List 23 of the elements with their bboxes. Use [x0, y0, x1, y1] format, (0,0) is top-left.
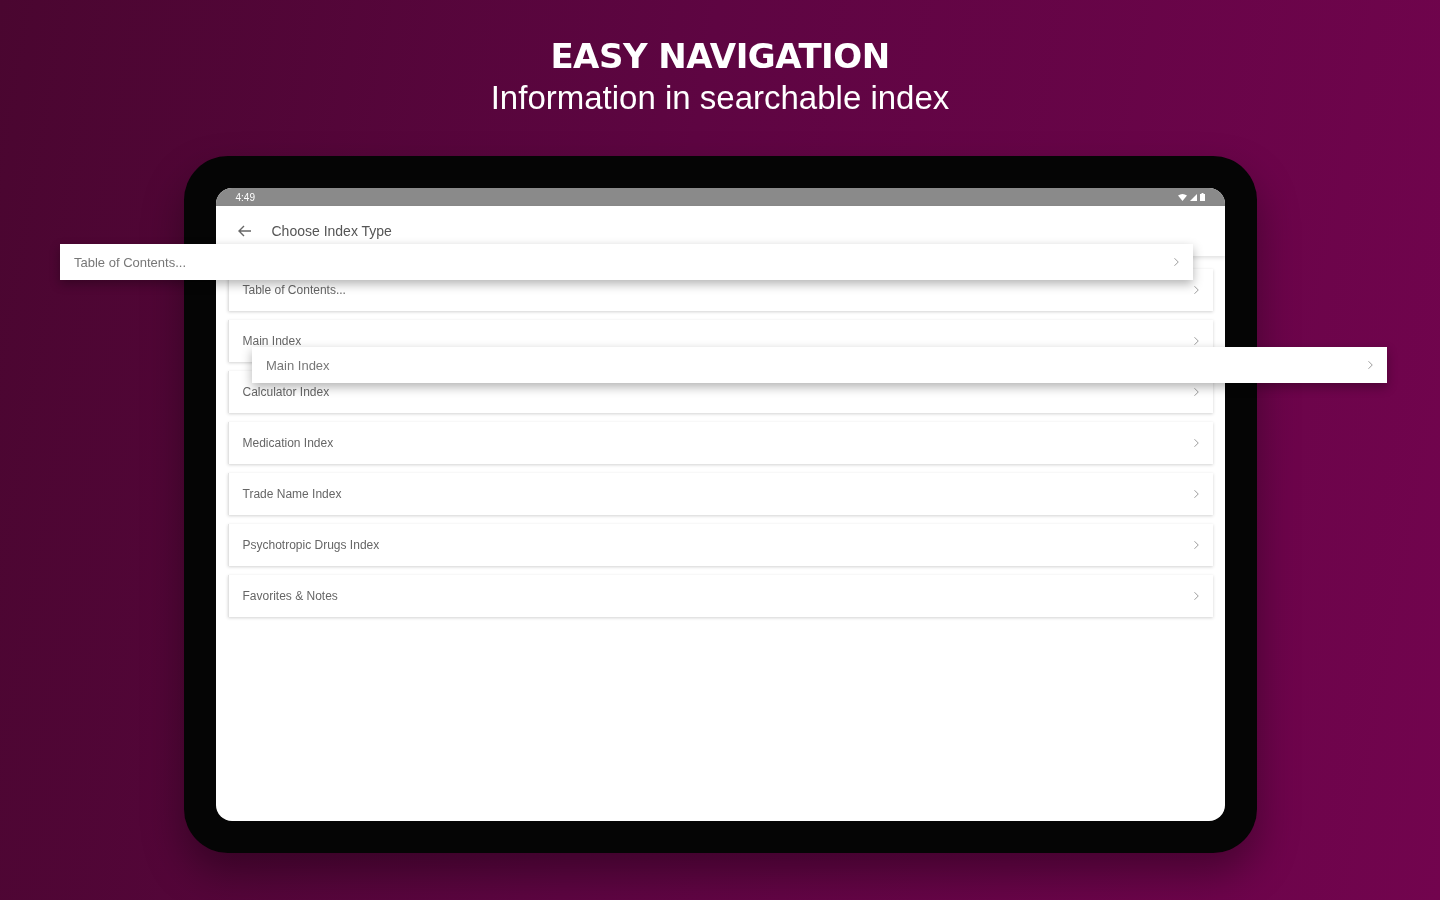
back-arrow-icon[interactable] [237, 225, 252, 237]
status-time: 4:49 [235, 191, 255, 203]
battery-icon [1199, 193, 1205, 201]
index-list-item[interactable]: Psychotropic Drugs Index [227, 524, 1213, 566]
magnified-item-tooltip[interactable]: Main Index [252, 347, 1387, 383]
screen-title: Choose Index Type [271, 223, 392, 239]
chevron-right-icon [1192, 285, 1199, 295]
chevron-right-icon [1192, 591, 1199, 601]
chevron-right-icon [1192, 438, 1199, 448]
index-list-item[interactable]: Favorites & Notes [227, 575, 1213, 617]
chevron-right-icon [1192, 387, 1199, 397]
subheadline: Information in searchable index [490, 78, 950, 118]
index-list-item[interactable]: Trade Name Index [227, 473, 1213, 515]
chevron-right-icon [1192, 489, 1199, 499]
headline: EASY NAVIGATION [550, 36, 890, 76]
chevron-right-icon [1192, 540, 1199, 550]
chevron-right-icon [1192, 336, 1199, 346]
chevron-right-icon [1173, 257, 1179, 267]
signal-icon [1189, 193, 1197, 201]
wifi-icon [1177, 193, 1187, 201]
chevron-right-icon [1367, 360, 1373, 370]
magnified-item-tooltip[interactable]: Table of Contents... [60, 244, 1193, 280]
index-list-item[interactable]: Medication Index [227, 422, 1213, 464]
